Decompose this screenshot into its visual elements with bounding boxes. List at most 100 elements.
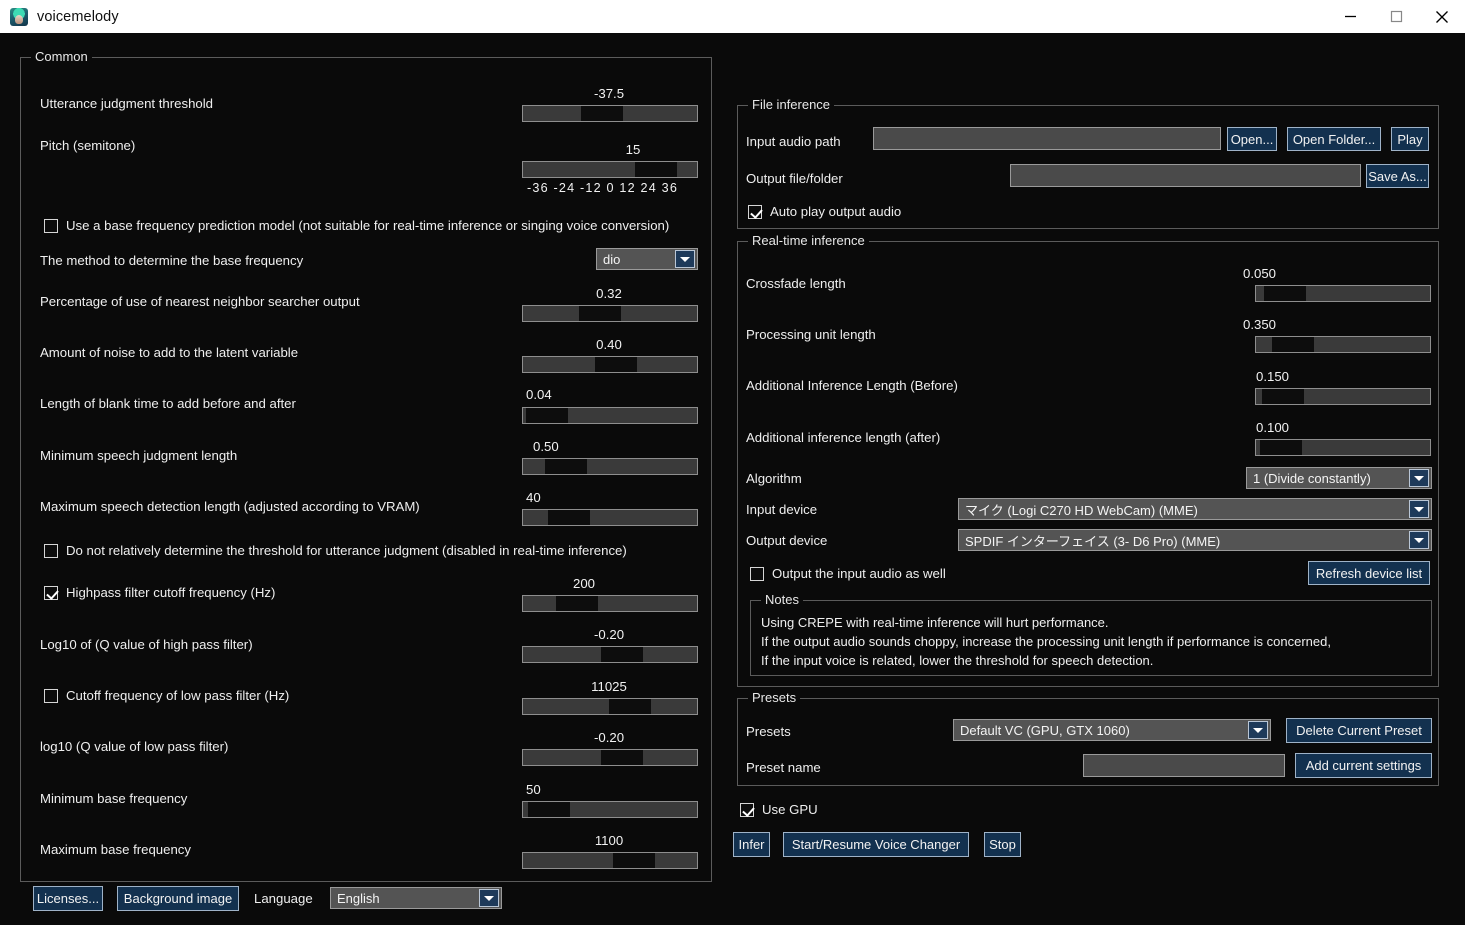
output-device-combo[interactable]: SPDIF インターフェイス (3- D6 Pro) (MME): [958, 529, 1432, 551]
realtime-inference-legend: Real-time inference: [748, 233, 869, 248]
noise-amount-slider[interactable]: [522, 356, 698, 373]
chevron-down-icon[interactable]: [675, 250, 695, 268]
checkbox-box[interactable]: [44, 544, 58, 558]
checkbox-box[interactable]: [44, 689, 58, 703]
presets-legend: Presets: [748, 690, 800, 705]
checkbox-box[interactable]: [44, 219, 58, 233]
output-input-audio-label: Output the input audio as well: [772, 566, 946, 581]
addl-before-slider[interactable]: [1255, 388, 1431, 405]
output-device-value: SPDIF インターフェイス (3- D6 Pro) (MME): [959, 531, 1409, 550]
blank-time-label: Length of blank time to add before and a…: [40, 396, 296, 412]
output-input-audio-checkbox[interactable]: Output the input audio as well: [750, 566, 946, 581]
min-base-freq-slider[interactable]: [522, 801, 698, 818]
preset-name-field[interactable]: [1083, 754, 1285, 777]
max-base-freq-slider[interactable]: [522, 852, 698, 869]
min-base-freq-label: Minimum base frequency: [40, 791, 187, 807]
algorithm-combo[interactable]: 1 (Divide constantly): [1246, 467, 1432, 489]
presets-combo[interactable]: Default VC (GPU, GTX 1060): [953, 719, 1271, 741]
start-resume-voice-changer-button[interactable]: Start/Resume Voice Changer: [783, 832, 969, 857]
slider-handle[interactable]: [1260, 440, 1302, 455]
highpass-slider[interactable]: [522, 595, 698, 612]
stop-button[interactable]: Stop: [984, 832, 1021, 857]
slider-handle[interactable]: [613, 853, 655, 868]
chevron-down-icon[interactable]: [1409, 500, 1429, 518]
addl-after-value: 0.100: [1256, 420, 1316, 435]
pitch-value: 15: [569, 142, 697, 157]
save-as-button[interactable]: Save As...: [1366, 164, 1429, 188]
max-speech-length-label: Maximum speech detection length (adjuste…: [40, 499, 420, 515]
base-freq-method-combo[interactable]: dio: [596, 248, 698, 270]
addl-before-value: 0.150: [1256, 369, 1316, 384]
checkbox-box[interactable]: [750, 567, 764, 581]
refresh-device-list-button[interactable]: Refresh device list: [1308, 561, 1430, 585]
slider-handle[interactable]: [581, 106, 623, 121]
slider-handle[interactable]: [556, 596, 598, 611]
background-image-button[interactable]: Background image: [117, 886, 239, 911]
processing-unit-label: Processing unit length: [746, 327, 876, 343]
processing-unit-slider[interactable]: [1255, 336, 1431, 353]
pitch-slider[interactable]: [522, 161, 698, 178]
blank-time-slider[interactable]: [522, 407, 698, 424]
max-speech-length-slider[interactable]: [522, 509, 698, 526]
nns-percentage-slider[interactable]: [522, 305, 698, 322]
checkbox-box[interactable]: [740, 803, 754, 817]
slider-handle[interactable]: [526, 408, 568, 423]
use-gpu-label: Use GPU: [762, 802, 818, 817]
log10-q-low-value: -0.20: [521, 730, 697, 745]
min-speech-length-slider[interactable]: [522, 458, 698, 475]
output-file-folder-field[interactable]: [1010, 164, 1361, 187]
pitch-label: Pitch (semitone): [40, 138, 135, 154]
file-inference-legend: File inference: [748, 97, 834, 112]
maximize-icon[interactable]: [1373, 0, 1419, 33]
slider-handle[interactable]: [548, 510, 590, 525]
chevron-down-icon[interactable]: [1409, 531, 1429, 549]
highpass-checkbox[interactable]: Highpass filter cutoff frequency (Hz): [44, 585, 275, 600]
lowpass-checkbox[interactable]: Cutoff frequency of low pass filter (Hz): [44, 688, 289, 703]
slider-handle[interactable]: [1262, 389, 1304, 404]
addl-after-slider[interactable]: [1255, 439, 1431, 456]
log10-q-low-slider[interactable]: [522, 749, 698, 766]
slider-handle[interactable]: [1264, 286, 1306, 301]
delete-current-preset-button[interactable]: Delete Current Preset: [1286, 718, 1432, 743]
open-button[interactable]: Open...: [1227, 127, 1277, 151]
use-base-freq-model-checkbox[interactable]: Use a base frequency prediction model (n…: [44, 218, 669, 233]
slider-handle[interactable]: [545, 459, 587, 474]
log10-q-high-slider[interactable]: [522, 646, 698, 663]
slider-handle[interactable]: [595, 357, 637, 372]
play-button[interactable]: Play: [1391, 127, 1429, 151]
input-device-combo[interactable]: マイク (Logi C270 HD WebCam) (MME): [958, 498, 1432, 520]
slider-handle[interactable]: [1272, 337, 1314, 352]
slider-handle[interactable]: [635, 162, 677, 177]
checkbox-box[interactable]: [748, 205, 762, 219]
input-audio-path-field[interactable]: [873, 127, 1221, 150]
slider-handle[interactable]: [579, 306, 621, 321]
add-current-settings-button[interactable]: Add current settings: [1295, 753, 1432, 778]
chevron-down-icon[interactable]: [479, 889, 499, 907]
slider-handle[interactable]: [528, 802, 570, 817]
language-combo[interactable]: English: [330, 887, 502, 909]
chevron-down-icon[interactable]: [1248, 721, 1268, 739]
open-folder-button[interactable]: Open Folder...: [1287, 127, 1381, 151]
addl-before-label: Additional Inference Length (Before): [746, 378, 958, 394]
utterance-threshold-slider[interactable]: [522, 105, 698, 122]
auto-play-checkbox[interactable]: Auto play output audio: [748, 204, 901, 219]
close-icon[interactable]: [1419, 0, 1465, 33]
slider-handle[interactable]: [609, 699, 651, 714]
licenses-button[interactable]: Licenses...: [33, 886, 103, 911]
crossfade-length-slider[interactable]: [1255, 285, 1431, 302]
realtime-inference-group: Real-time inference Crossfade length 0.0…: [737, 241, 1439, 687]
use-gpu-checkbox[interactable]: Use GPU: [740, 802, 818, 817]
pitch-ticks: -36 -24 -12 0 12 24 36: [527, 181, 678, 195]
lowpass-slider[interactable]: [522, 698, 698, 715]
infer-button[interactable]: Infer: [733, 832, 770, 857]
crossfade-length-label: Crossfade length: [746, 276, 846, 292]
notes-line-3: If the input voice is related, lower the…: [761, 651, 1153, 670]
minimize-icon[interactable]: [1327, 0, 1373, 33]
nns-percentage-label: Percentage of use of nearest neighbor se…: [40, 294, 360, 310]
no-relative-threshold-checkbox[interactable]: Do not relatively determine the threshol…: [44, 543, 627, 558]
chevron-down-icon[interactable]: [1409, 469, 1429, 487]
slider-handle[interactable]: [601, 647, 643, 662]
slider-handle[interactable]: [601, 750, 643, 765]
algorithm-label: Algorithm: [746, 471, 802, 487]
checkbox-box[interactable]: [44, 586, 58, 600]
